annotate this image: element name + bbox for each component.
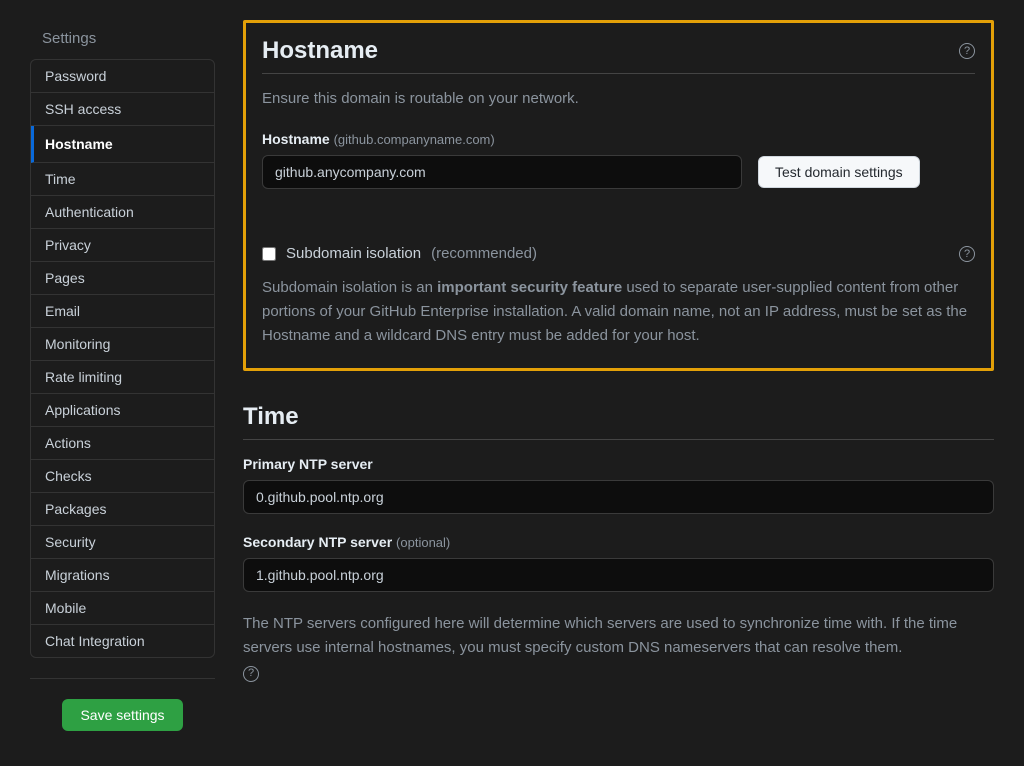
sidebar-divider — [30, 678, 215, 679]
secondary-ntp-label-text: Secondary NTP server — [243, 534, 392, 550]
subdomain-isolation-label: Subdomain isolation — [286, 245, 421, 262]
sidebar-item-security[interactable]: Security — [31, 526, 214, 559]
sidebar-item-hostname[interactable]: Hostname — [31, 126, 214, 163]
hostname-label-hint: (github.companyname.com) — [334, 132, 495, 147]
hostname-label-text: Hostname — [262, 131, 330, 147]
save-settings-button[interactable]: Save settings — [62, 699, 182, 731]
primary-ntp-label: Primary NTP server — [243, 456, 994, 472]
primary-ntp-field-group: Primary NTP server — [243, 456, 994, 514]
help-icon[interactable]: ? — [959, 43, 975, 59]
sidebar-item-pages[interactable]: Pages — [31, 262, 214, 295]
sidebar-item-email[interactable]: Email — [31, 295, 214, 328]
secondary-ntp-input[interactable] — [243, 558, 994, 592]
test-domain-settings-button[interactable]: Test domain settings — [758, 156, 920, 188]
hostname-description: Ensure this domain is routable on your n… — [262, 90, 975, 107]
help-icon[interactable]: ? — [243, 666, 259, 682]
hostname-section: Hostname ? Ensure this domain is routabl… — [243, 20, 994, 371]
sidebar-item-authentication[interactable]: Authentication — [31, 196, 214, 229]
main-content: Hostname ? Ensure this domain is routabl… — [215, 20, 994, 746]
hostname-field-label: Hostname (github.companyname.com) — [262, 131, 975, 147]
hostname-field-group: Hostname (github.companyname.com) Test d… — [262, 131, 975, 189]
sidebar-items: Password SSH access Hostname Time Authen… — [30, 59, 215, 658]
sidebar-item-chat-integration[interactable]: Chat Integration — [31, 625, 214, 657]
sidebar-item-applications[interactable]: Applications — [31, 394, 214, 427]
ntp-description: The NTP servers configured here will det… — [243, 612, 994, 684]
help-icon[interactable]: ? — [959, 246, 975, 262]
secondary-ntp-hint: (optional) — [396, 535, 450, 550]
primary-ntp-input[interactable] — [243, 480, 994, 514]
sidebar-item-ssh-access[interactable]: SSH access — [31, 93, 214, 126]
time-title: Time — [243, 403, 299, 431]
subdomain-isolation-row: Subdomain isolation (recommended) ? — [262, 245, 975, 262]
subdomain-isolation-description: Subdomain isolation is an important secu… — [262, 276, 975, 348]
sidebar-item-monitoring[interactable]: Monitoring — [31, 328, 214, 361]
time-section-header: Time — [243, 403, 994, 440]
hostname-title: Hostname — [262, 37, 378, 65]
subdomain-isolation-checkbox[interactable] — [262, 247, 276, 261]
secondary-ntp-label: Secondary NTP server (optional) — [243, 534, 994, 550]
secondary-ntp-field-group: Secondary NTP server (optional) — [243, 534, 994, 592]
hostname-section-header: Hostname ? — [262, 37, 975, 74]
time-section: Time Primary NTP server Secondary NTP se… — [243, 403, 994, 684]
sidebar-item-packages[interactable]: Packages — [31, 493, 214, 526]
sidebar-item-time[interactable]: Time — [31, 163, 214, 196]
sidebar-item-password[interactable]: Password — [31, 60, 214, 93]
sidebar-item-mobile[interactable]: Mobile — [31, 592, 214, 625]
sidebar-item-checks[interactable]: Checks — [31, 460, 214, 493]
sidebar-item-privacy[interactable]: Privacy — [31, 229, 214, 262]
sidebar-item-rate-limiting[interactable]: Rate limiting — [31, 361, 214, 394]
hostname-input-row: Test domain settings — [262, 155, 975, 189]
subdomain-isolation-hint: (recommended) — [431, 245, 537, 262]
settings-sidebar: Settings Password SSH access Hostname Ti… — [30, 20, 215, 746]
sidebar-item-actions[interactable]: Actions — [31, 427, 214, 460]
sidebar-title: Settings — [30, 20, 215, 59]
sidebar-item-migrations[interactable]: Migrations — [31, 559, 214, 592]
hostname-input[interactable] — [262, 155, 742, 189]
